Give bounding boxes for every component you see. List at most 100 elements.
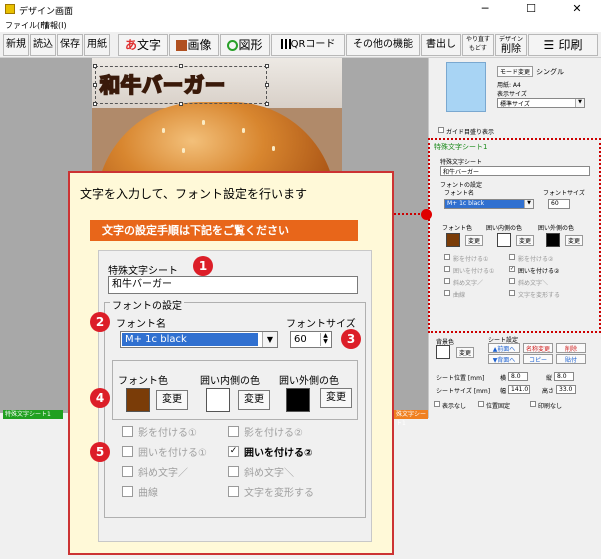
zoom-shadow1-checkbox[interactable] <box>122 426 133 437</box>
zoom-curve-checkbox[interactable] <box>122 486 133 497</box>
font-size-input[interactable]: 60 <box>548 199 570 209</box>
horizontal-input[interactable]: 8.0 <box>508 372 528 381</box>
sheet-text-input[interactable]: 和牛バーガー <box>440 166 590 176</box>
curve-checkbox[interactable] <box>444 290 450 296</box>
slant-left-checkbox[interactable] <box>509 278 515 284</box>
export-button[interactable]: 書出し <box>421 34 461 56</box>
resize-handle[interactable] <box>265 83 269 87</box>
paste-button[interactable]: 貼付 <box>556 354 586 364</box>
step-badge-4: 4 <box>90 388 110 408</box>
resize-handle[interactable] <box>93 102 97 106</box>
zoom-frame2-checkbox[interactable]: ✓ <box>228 446 239 457</box>
image-button[interactable]: 画像 <box>169 34 219 56</box>
zoom-font-size-input[interactable]: 60 ▲ ▼ <box>290 331 332 348</box>
zoom-slant-right-checkbox[interactable] <box>122 466 133 477</box>
no-print-checkbox[interactable] <box>530 401 536 407</box>
design-delete-button[interactable]: デザイン 削除 <box>495 34 527 56</box>
section-title: 特殊文字シート1 <box>434 143 488 151</box>
zoom-outer-color-change-button[interactable]: 変更 <box>320 388 352 408</box>
paper-button[interactable]: 用紙 <box>84 34 110 56</box>
zoom-frame1-checkbox[interactable] <box>122 446 133 457</box>
resize-handle[interactable] <box>179 64 183 68</box>
shadow2-checkbox[interactable] <box>509 254 515 260</box>
mode-change-button[interactable]: モード変更 <box>497 66 533 77</box>
text-button[interactable]: あ文字 <box>118 34 168 56</box>
outer-color-swatch <box>546 233 560 247</box>
zoom-slant-left-checkbox[interactable] <box>228 466 239 477</box>
resize-handle[interactable] <box>93 83 97 87</box>
zoom-shadow2-checkbox[interactable] <box>228 426 239 437</box>
zoom-frame2-label: 囲いを付ける② <box>244 448 313 459</box>
transform-checkbox[interactable] <box>509 290 515 296</box>
bring-front-button[interactable]: ▲前面へ <box>488 343 520 353</box>
zoom-font-color-swatch <box>126 388 150 412</box>
circle-shape-icon <box>227 40 239 51</box>
undo-label: もどす <box>469 45 487 52</box>
resize-handle[interactable] <box>265 102 269 106</box>
font-name-select[interactable]: M+ 1c black ▼ <box>444 199 534 209</box>
zoom-outer-color-label: 囲い外側の色 <box>279 376 339 387</box>
print-icon: ☰ <box>543 38 559 52</box>
width-label: 幅 <box>500 388 507 395</box>
vertical-input[interactable]: 8.0 <box>554 372 574 381</box>
bg-color-change-button[interactable]: 変更 <box>456 347 474 358</box>
zoom-transform-checkbox[interactable] <box>228 486 239 497</box>
resize-handle[interactable] <box>265 64 269 68</box>
frame1-checkbox[interactable] <box>444 266 450 272</box>
resize-handle[interactable] <box>93 64 97 68</box>
step-badge-1: 1 <box>193 256 213 276</box>
outer-color-change-button[interactable]: 変更 <box>565 235 583 246</box>
zoom-sheet-label: 特殊文字シート <box>108 266 178 277</box>
maximize-button[interactable]: ☐ <box>508 0 554 18</box>
qr-button[interactable]: QRコード <box>271 34 345 56</box>
inner-color-change-button[interactable]: 変更 <box>516 235 534 246</box>
font-color-change-button[interactable]: 変更 <box>465 235 483 246</box>
canvas-text-object[interactable]: 和牛バーガー <box>99 69 226 98</box>
save-button[interactable]: 保存 <box>57 34 83 56</box>
frame2-checkbox[interactable]: ✓ <box>509 266 515 272</box>
zoom-inner-color-swatch <box>206 388 230 412</box>
minimize-button[interactable]: ─ <box>462 0 508 18</box>
zoom-sheet-text-input[interactable]: 和牛バーガー <box>108 276 358 294</box>
delete-button[interactable]: 削除 <box>556 343 586 353</box>
copy-button[interactable]: コピー <box>523 354 553 364</box>
zoom-font-color-change-button[interactable]: 変更 <box>156 390 188 410</box>
hide-checkbox[interactable] <box>434 401 440 407</box>
qr-icon <box>280 39 291 49</box>
new-button[interactable]: 新規 <box>3 34 29 56</box>
zoom-font-settings-legend: フォントの設定 <box>110 297 184 312</box>
resize-handle[interactable] <box>179 102 183 106</box>
redo-label: やり直す <box>465 36 490 43</box>
hide-label: 表示なし <box>442 403 467 410</box>
load-button[interactable]: 読込 <box>30 34 56 56</box>
menu-info[interactable]: 情報(I) <box>42 20 67 31</box>
zoom-font-name-select[interactable]: M+ 1c black ▼ <box>120 331 278 348</box>
print-button[interactable]: ☰ 印刷 <box>528 34 598 56</box>
zoom-inner-color-change-button[interactable]: 変更 <box>238 390 270 410</box>
shape-button[interactable]: 図形 <box>220 34 270 56</box>
rename-button[interactable]: 名称変更 <box>523 343 553 353</box>
display-size-select[interactable]: 標準サイズ ▼ <box>497 98 585 108</box>
send-back-button[interactable]: ▼背面へ <box>488 354 520 364</box>
shadow1-checkbox[interactable] <box>444 254 450 260</box>
inner-color-swatch <box>497 233 511 247</box>
fix-position-checkbox[interactable] <box>478 401 484 407</box>
zoom-frame1-label: 囲いを付ける① <box>138 448 207 459</box>
close-button[interactable]: ✕ <box>554 0 600 18</box>
width-input[interactable]: 141.0 <box>508 385 530 394</box>
zoom-font-size-label: フォントサイズ <box>286 319 356 330</box>
other-functions-button[interactable]: その他の機能 <box>346 34 420 56</box>
app-icon <box>5 4 15 14</box>
height-input[interactable]: 33.0 <box>556 385 576 394</box>
sheet-position-label: シート位置 [mm] <box>436 375 485 382</box>
step-badge-3: 3 <box>341 329 361 349</box>
sheet-tab[interactable]: 殊文字シート1 <box>394 410 428 427</box>
slant-right-checkbox[interactable] <box>444 278 450 284</box>
sheet-tab-active[interactable]: 特殊文字シート1 <box>3 410 63 419</box>
redo-undo-button[interactable]: やり直す もどす <box>462 34 494 56</box>
fix-position-label: 位置固定 <box>486 403 511 410</box>
zoom-slant-right-label: 斜め文字／ <box>138 468 188 479</box>
paper-preview <box>446 62 486 112</box>
zoom-shadow2-label: 影を付ける② <box>244 428 303 439</box>
guide-checkbox[interactable] <box>438 127 444 133</box>
